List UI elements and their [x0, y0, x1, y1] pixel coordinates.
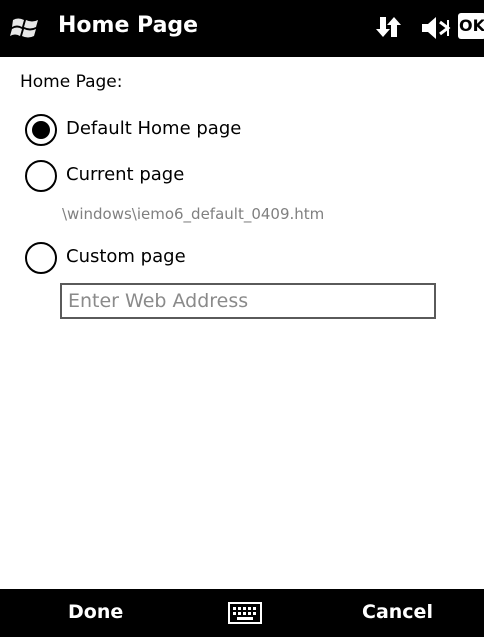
current-page-path: \windows\iemo6_default_0409.htm [62, 205, 325, 223]
radio-label-current-page[interactable]: Current page [66, 164, 184, 185]
web-address-input[interactable] [60, 283, 436, 319]
section-label: Home Page: [20, 72, 123, 92]
radio-unselected-icon[interactable] [24, 241, 58, 275]
soft-key-bar: Done Cancel [0, 589, 484, 637]
ok-button[interactable]: OK [458, 13, 484, 39]
windows-flag-icon[interactable] [10, 16, 42, 40]
radio-label-custom-page[interactable]: Custom page [66, 246, 186, 267]
speaker-muted-icon[interactable] [420, 15, 454, 41]
data-connection-icon[interactable] [374, 15, 402, 41]
title-bar: Home Page OK [0, 0, 484, 57]
radio-unselected-icon[interactable] [24, 159, 58, 193]
cancel-button[interactable]: Cancel [362, 601, 433, 623]
keyboard-icon[interactable] [228, 601, 262, 625]
page-title: Home Page [58, 13, 199, 38]
done-button[interactable]: Done [68, 601, 123, 623]
radio-selected-icon[interactable] [24, 113, 58, 147]
radio-label-default-home-page[interactable]: Default Home page [66, 118, 241, 139]
